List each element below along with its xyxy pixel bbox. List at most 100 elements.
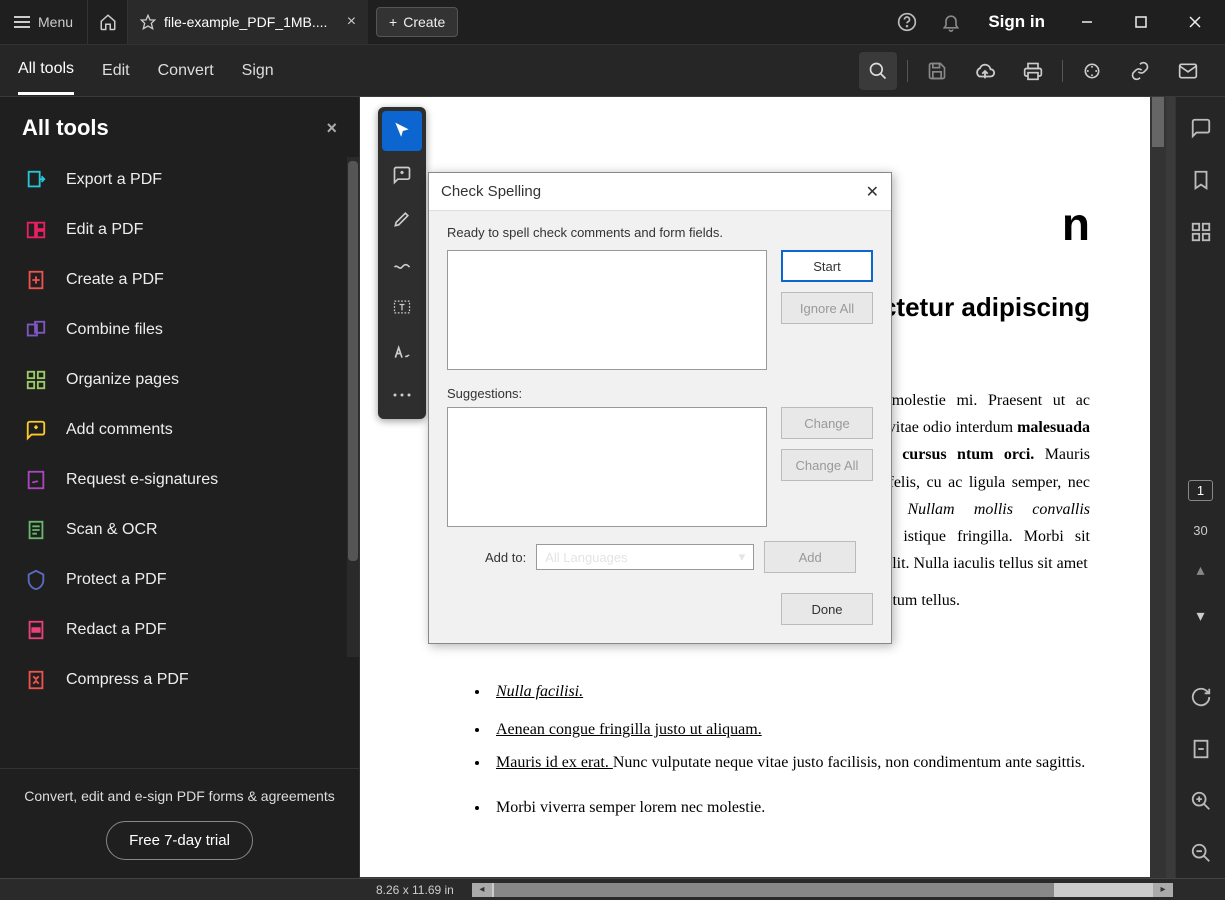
scrollbar-thumb[interactable]: [494, 883, 1054, 897]
document-tab[interactable]: file-example_PDF_1MB.... ×: [128, 0, 368, 44]
scrollbar-thumb[interactable]: [1152, 97, 1164, 147]
scroll-right-button[interactable]: ▸: [1153, 883, 1173, 897]
sidebar-close-button[interactable]: ×: [326, 118, 337, 139]
page-down-button[interactable]: ▾: [1184, 602, 1218, 630]
tab-edit[interactable]: Edit: [102, 48, 130, 94]
link-button[interactable]: [1121, 52, 1159, 90]
word-box[interactable]: [447, 250, 767, 370]
comment-tool[interactable]: [382, 155, 422, 195]
textbox-tool[interactable]: [382, 287, 422, 327]
comments-panel-button[interactable]: [1184, 111, 1218, 145]
statusbar: 8.26 x 11.69 in ◂ ▸: [0, 878, 1225, 900]
print-icon: [1023, 61, 1043, 81]
tool-export-pdf[interactable]: Export a PDF: [0, 155, 359, 205]
chat-icon: [1190, 117, 1212, 139]
comments-icon: [24, 418, 48, 442]
tool-comments[interactable]: Add comments: [0, 405, 359, 455]
tab-title: file-example_PDF_1MB....: [164, 14, 327, 30]
thumbnails-button[interactable]: [1184, 215, 1218, 249]
zoom-out-button[interactable]: [1184, 836, 1218, 870]
suggestions-box[interactable]: [447, 407, 767, 527]
protect-icon: [24, 568, 48, 592]
tab-convert[interactable]: Convert: [158, 48, 214, 94]
scan-icon: [24, 518, 48, 542]
print-button[interactable]: [1014, 52, 1052, 90]
ai-button[interactable]: [1073, 52, 1111, 90]
scroll-left-button[interactable]: ◂: [472, 883, 492, 897]
tool-combine[interactable]: Combine files: [0, 305, 359, 355]
page-total: 30: [1193, 523, 1207, 538]
free-trial-button[interactable]: Free 7-day trial: [106, 821, 253, 860]
tab-sign[interactable]: Sign: [242, 48, 274, 94]
horizontal-scrollbar[interactable]: ◂ ▸: [472, 883, 1173, 897]
tab-all-tools[interactable]: All tools: [18, 46, 74, 95]
tool-scan-ocr[interactable]: Scan & OCR: [0, 505, 359, 555]
tool-protect[interactable]: Protect a PDF: [0, 555, 359, 605]
ignore-all-button[interactable]: Ignore All: [781, 292, 873, 324]
tool-redact[interactable]: Redact a PDF: [0, 605, 359, 655]
tool-label: Combine files: [66, 321, 163, 339]
dialog-close-button[interactable]: ✕: [866, 182, 879, 202]
footer-text: Convert, edit and e-sign PDF forms & agr…: [18, 787, 341, 807]
rotate-button[interactable]: [1184, 680, 1218, 714]
minimize-button[interactable]: [1067, 7, 1107, 37]
page-current[interactable]: 1: [1188, 480, 1213, 501]
add-button[interactable]: Add: [764, 541, 856, 573]
zoom-in-button[interactable]: [1184, 784, 1218, 818]
close-window-button[interactable]: [1175, 7, 1215, 37]
cloud-upload-icon: [974, 60, 996, 82]
textbox-icon: [392, 297, 412, 317]
sign-in-button[interactable]: Sign in: [988, 12, 1045, 32]
notifications-button[interactable]: [936, 7, 966, 37]
tool-list[interactable]: Export a PDF Edit a PDF Create a PDF Com…: [0, 151, 359, 768]
tool-label: Protect a PDF: [66, 571, 166, 589]
menu-label: Menu: [38, 14, 73, 30]
divider: [907, 60, 908, 82]
bookmarks-button[interactable]: [1184, 163, 1218, 197]
change-all-button[interactable]: Change All: [781, 449, 873, 481]
sign-tool[interactable]: [382, 331, 422, 371]
highlight-icon: [392, 209, 412, 229]
scrollbar-thumb[interactable]: [348, 161, 358, 561]
sparkle-icon: [1082, 61, 1102, 81]
tab-close-button[interactable]: ×: [347, 13, 356, 31]
save-button[interactable]: [918, 52, 956, 90]
tool-create-pdf[interactable]: Create a PDF: [0, 255, 359, 305]
fit-page-button[interactable]: [1184, 732, 1218, 766]
tool-compress[interactable]: Compress a PDF: [0, 655, 359, 705]
sidebar-scrollbar[interactable]: [347, 157, 359, 657]
star-icon: [140, 14, 156, 30]
sign-icon: [392, 341, 412, 361]
bookmark-icon: [1190, 169, 1212, 191]
highlight-tool[interactable]: [382, 199, 422, 239]
create-icon: [24, 268, 48, 292]
subheading-fragment: ctetur adipiscing: [882, 292, 1090, 323]
select-tool[interactable]: [382, 111, 422, 151]
done-button[interactable]: Done: [781, 593, 873, 625]
more-tools[interactable]: [382, 375, 422, 415]
rotate-icon: [1190, 686, 1212, 708]
home-button[interactable]: [88, 0, 128, 44]
vertical-scrollbar[interactable]: [1150, 97, 1166, 878]
redact-icon: [24, 618, 48, 642]
combine-icon: [24, 318, 48, 342]
dialog-titlebar[interactable]: Check Spelling ✕: [429, 173, 891, 211]
cloud-button[interactable]: [966, 52, 1004, 90]
chevron-down-icon: ▾: [739, 549, 746, 565]
minimize-icon: [1081, 16, 1093, 28]
tool-edit-pdf[interactable]: Edit a PDF: [0, 205, 359, 255]
tool-organize[interactable]: Organize pages: [0, 355, 359, 405]
draw-tool[interactable]: [382, 243, 422, 283]
page-up-button[interactable]: ▴: [1184, 556, 1218, 584]
tool-label: Edit a PDF: [66, 221, 143, 239]
find-button[interactable]: [859, 52, 897, 90]
create-button[interactable]: + Create: [376, 7, 458, 37]
tool-esign[interactable]: Request e-signatures: [0, 455, 359, 505]
change-button[interactable]: Change: [781, 407, 873, 439]
add-to-select[interactable]: All Languages ▾: [536, 544, 754, 570]
email-button[interactable]: [1169, 52, 1207, 90]
start-button[interactable]: Start: [781, 250, 873, 282]
menu-button[interactable]: Menu: [0, 0, 88, 44]
maximize-button[interactable]: [1121, 7, 1161, 37]
help-button[interactable]: [892, 7, 922, 37]
